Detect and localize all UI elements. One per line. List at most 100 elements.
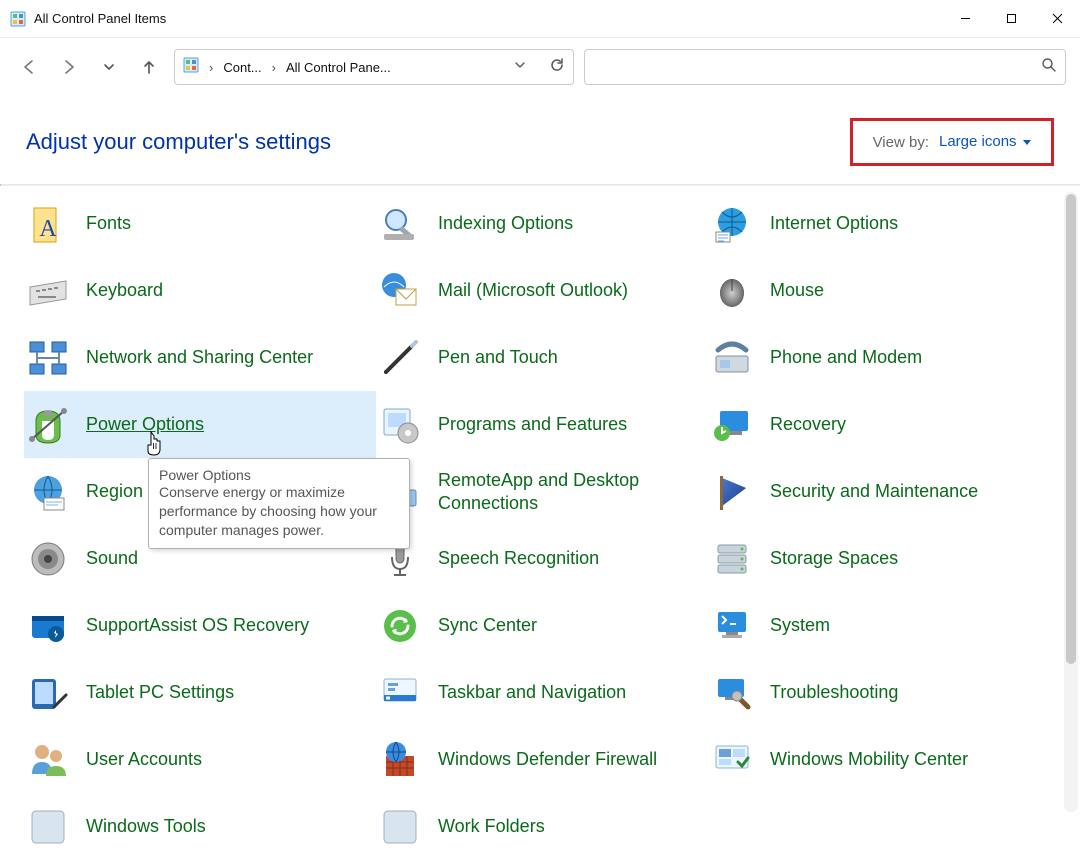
control-panel-item-system[interactable]: System (708, 592, 1078, 659)
control-panel-item-tablet-pc[interactable]: Tablet PC Settings (24, 659, 376, 726)
control-panel-item-storage-spaces[interactable]: Storage Spaces (708, 525, 1078, 592)
item-label: Fonts (86, 212, 376, 235)
control-panel-item-supportassist[interactable]: SupportAssist OS Recovery (24, 592, 376, 659)
storage-spaces-icon (708, 535, 756, 583)
item-label: User Accounts (86, 748, 376, 771)
item-label: Programs and Features (438, 413, 708, 436)
item-label: Mail (Microsoft Outlook) (438, 279, 708, 302)
item-label: RemoteApp and Desktop Connections (438, 469, 708, 514)
viewby-label: View by: (873, 134, 929, 151)
control-panel-item-defender-firewall[interactable]: Windows Defender Firewall (376, 726, 708, 793)
control-panel-item-programs-features[interactable]: Programs and Features (376, 391, 708, 458)
scrollbar-thumb[interactable] (1066, 194, 1076, 664)
item-label: Power Options (86, 413, 376, 436)
control-panel-item-pen-touch[interactable]: Pen and Touch (376, 324, 708, 391)
item-label: Indexing Options (438, 212, 708, 235)
control-panel-item-indexing-options[interactable]: Indexing Options (376, 190, 708, 257)
viewby-dropdown[interactable]: Large icons (939, 133, 1031, 151)
internet-options-icon (708, 200, 756, 248)
system-icon (708, 602, 756, 650)
window-title: All Control Panel Items (34, 11, 942, 26)
item-label: System (770, 614, 1078, 637)
item-label: Taskbar and Navigation (438, 681, 708, 704)
item-label: Phone and Modem (770, 346, 1078, 369)
nav-row: › Cont... › All Control Pane... (0, 38, 1080, 96)
item-label: Keyboard (86, 279, 376, 302)
forward-button[interactable] (54, 52, 84, 82)
mouse-icon (708, 267, 756, 315)
supportassist-icon (24, 602, 72, 650)
control-panel-item-sync-center[interactable]: Sync Center (376, 592, 708, 659)
chevron-right-icon[interactable]: › (205, 60, 217, 75)
phone-modem-icon (708, 334, 756, 382)
control-panel-item-recovery[interactable]: Recovery (708, 391, 1078, 458)
viewby-highlight: View by: Large icons (850, 118, 1054, 166)
taskbar-navigation-icon (376, 669, 424, 717)
control-panel-item-troubleshooting[interactable]: Troubleshooting (708, 659, 1078, 726)
control-panel-item-windows-tools[interactable]: Windows Tools (24, 793, 376, 860)
back-button[interactable] (14, 52, 44, 82)
control-panel-item-phone-modem[interactable]: Phone and Modem (708, 324, 1078, 391)
control-panel-item-internet-options[interactable]: Internet Options (708, 190, 1078, 257)
troubleshooting-icon (708, 669, 756, 717)
crumb-control-panel[interactable]: Cont... (223, 60, 261, 75)
item-label: Work Folders (438, 815, 708, 838)
refresh-button[interactable] (549, 57, 565, 78)
recovery-icon (708, 401, 756, 449)
tablet-pc-icon (24, 669, 72, 717)
control-panel-item-mail[interactable]: Mail (Microsoft Outlook) (376, 257, 708, 324)
item-label: Storage Spaces (770, 547, 1078, 570)
indexing-options-icon (376, 200, 424, 248)
control-panel-item-work-folders[interactable]: Work Folders (376, 793, 708, 860)
address-bar[interactable]: › Cont... › All Control Pane... (174, 49, 574, 85)
control-panel-item-mobility-center[interactable]: Windows Mobility Center (708, 726, 1078, 793)
item-label: Windows Tools (86, 815, 376, 838)
mail-icon (376, 267, 424, 315)
security-maintenance-icon (708, 468, 756, 516)
control-panel-item-security-maintenance[interactable]: Security and Maintenance (708, 458, 1078, 525)
control-panel-item-user-accounts[interactable]: User Accounts (24, 726, 376, 793)
control-panel-item-fonts[interactable]: A Fonts (24, 190, 376, 257)
user-accounts-icon (24, 736, 72, 784)
maximize-button[interactable] (988, 0, 1034, 38)
search-box[interactable] (584, 49, 1066, 85)
vertical-scrollbar[interactable] (1064, 192, 1078, 812)
control-panel-item-keyboard[interactable]: Keyboard (24, 257, 376, 324)
control-panel-item-power-options[interactable]: Power Options (24, 391, 376, 458)
item-label: Windows Defender Firewall (438, 748, 708, 771)
viewby-value: Large icons (939, 133, 1017, 150)
item-label: Internet Options (770, 212, 1078, 235)
item-label: Speech Recognition (438, 547, 708, 570)
control-panel-root-icon (183, 57, 199, 78)
recent-locations-button[interactable] (94, 52, 124, 82)
up-button[interactable] (134, 52, 164, 82)
heading-row: Adjust your computer's settings View by:… (0, 96, 1080, 184)
sound-icon (24, 535, 72, 583)
item-label: Recovery (770, 413, 1078, 436)
control-panel-item-taskbar-navigation[interactable]: Taskbar and Navigation (376, 659, 708, 726)
item-label: Troubleshooting (770, 681, 1078, 704)
minimize-button[interactable] (942, 0, 988, 38)
control-panel-item-mouse[interactable]: Mouse (708, 257, 1078, 324)
item-label: Windows Mobility Center (770, 748, 1078, 771)
windows-tools-icon (24, 803, 72, 851)
fonts-icon: A (24, 200, 72, 248)
network-sharing-center-icon (24, 334, 72, 382)
control-panel-item-remoteapp[interactable]: RemoteApp and Desktop Connections (376, 458, 708, 525)
address-dropdown-button[interactable] (513, 58, 527, 77)
pen-touch-icon (376, 334, 424, 382)
item-label: Pen and Touch (438, 346, 708, 369)
control-panel-item-network-sharing-center[interactable]: Network and Sharing Center (24, 324, 376, 391)
defender-firewall-icon (376, 736, 424, 784)
item-label: Network and Sharing Center (86, 346, 376, 369)
titlebar: All Control Panel Items (0, 0, 1080, 38)
crumb-current[interactable]: All Control Pane... (286, 60, 391, 75)
close-button[interactable] (1034, 0, 1080, 38)
chevron-right-icon[interactable]: › (268, 60, 280, 75)
tooltip-body: Conserve energy or maximize performance … (159, 483, 399, 540)
page-title: Adjust your computer's settings (26, 129, 850, 155)
caret-down-icon (1023, 133, 1031, 151)
control-panel-item-speech-recognition[interactable]: Speech Recognition (376, 525, 708, 592)
power-options-icon (24, 401, 72, 449)
item-label: Security and Maintenance (770, 480, 1078, 503)
